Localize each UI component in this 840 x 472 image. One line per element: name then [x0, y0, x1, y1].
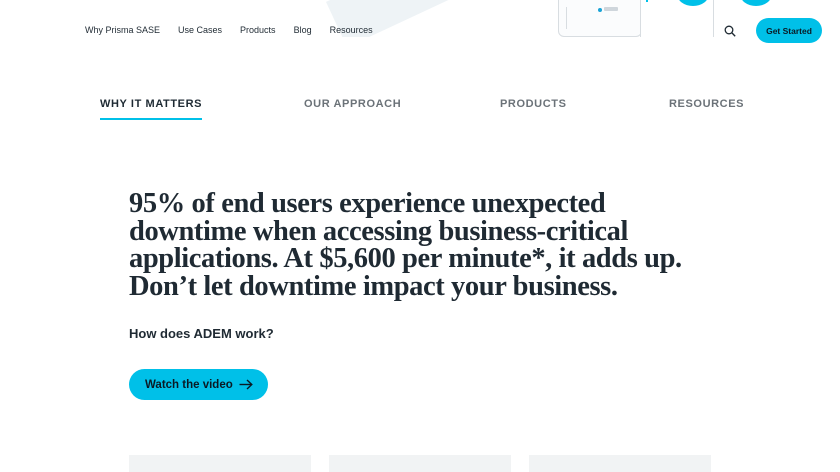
phone-status-dot	[598, 8, 602, 12]
tab-resources[interactable]: RESOURCES	[669, 98, 744, 110]
hero-accent-line	[646, 0, 648, 2]
hero-bubble	[740, 0, 772, 6]
get-started-button[interactable]: Get Started	[756, 18, 822, 43]
feature-card	[329, 455, 511, 472]
top-navigation: Why Prisma SASE Use Cases Products Blog …	[85, 25, 391, 35]
watch-video-label: Watch the video	[145, 378, 233, 391]
phone-status-text	[604, 7, 618, 11]
nav-blog[interactable]: Blog	[294, 25, 312, 35]
phone-sidebar	[562, 7, 567, 29]
nav-use-cases[interactable]: Use Cases	[178, 25, 222, 35]
feature-card	[529, 455, 711, 472]
nav-why-prisma-sase[interactable]: Why Prisma SASE	[85, 25, 160, 35]
section-question: How does ADEM work?	[129, 326, 274, 341]
tab-products[interactable]: PRODUCTS	[500, 98, 567, 110]
section-tabs: WHY IT MATTERS OUR APPROACH PRODUCTS RES…	[0, 98, 840, 124]
nav-products[interactable]: Products	[240, 25, 276, 35]
watch-video-button[interactable]: Watch the video	[129, 369, 268, 400]
tab-our-approach[interactable]: OUR APPROACH	[304, 98, 401, 110]
hero-phone-mockup	[558, 0, 642, 37]
tab-why-it-matters[interactable]: WHY IT MATTERS	[100, 98, 203, 120]
hero-phone-mockup-2	[640, 0, 714, 37]
nav-resources[interactable]: Resources	[330, 25, 373, 35]
page-headline: 95% of end users experience unexpected d…	[129, 188, 682, 302]
arrow-right-icon	[239, 379, 253, 390]
search-icon[interactable]	[724, 25, 736, 37]
feature-card	[129, 455, 311, 472]
